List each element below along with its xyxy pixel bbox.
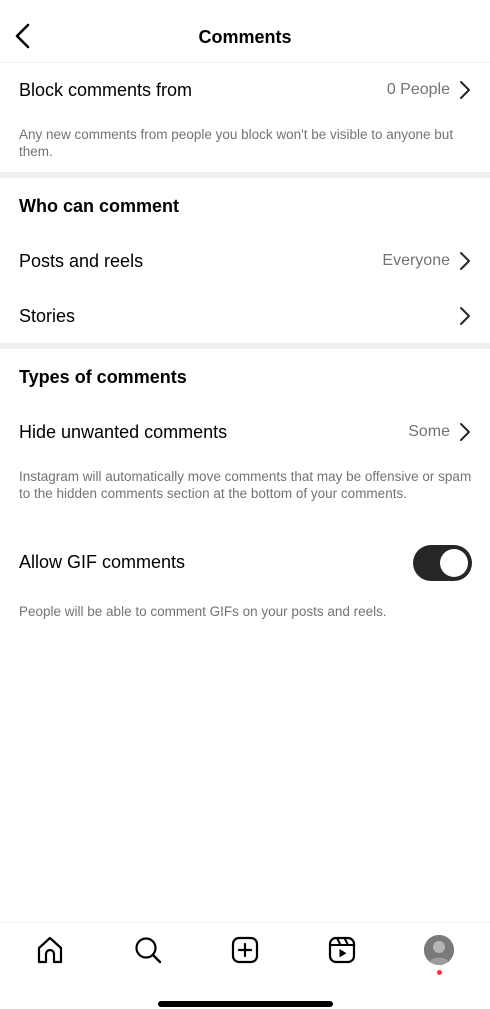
- who-can-comment-heading: Who can comment: [19, 196, 180, 216]
- header-bar: Comments: [0, 0, 490, 63]
- home-indicator: [158, 1001, 333, 1007]
- search-icon[interactable]: [133, 935, 163, 965]
- block-comments-value: 0 People: [386, 81, 450, 98]
- hide-unwanted-comments-value: Some: [408, 423, 450, 440]
- allow-gif-comments-label: Allow GIF comments: [19, 552, 186, 572]
- hide-unwanted-comments-label: Hide unwanted comments: [19, 422, 228, 442]
- chevron-right-icon: [460, 252, 470, 270]
- block-comments-label: Block comments from: [19, 80, 193, 100]
- block-comments-note: Any new comments from people you block w…: [19, 127, 454, 159]
- section-divider: [0, 172, 490, 178]
- chevron-right-icon: [460, 307, 470, 325]
- hide-unwanted-comments-row[interactable]: Hide unwanted comments Some: [0, 411, 490, 455]
- block-comments-row[interactable]: Block comments from 0 People: [0, 69, 490, 113]
- posts-and-reels-value: Everyone: [382, 252, 450, 269]
- chevron-right-icon: [460, 81, 470, 99]
- hide-unwanted-comments-note: Instagram will automatically move commen…: [19, 469, 472, 501]
- chevron-right-icon: [460, 423, 470, 441]
- home-icon[interactable]: [35, 935, 65, 965]
- notification-dot: [437, 970, 442, 975]
- avatar-image: [424, 935, 454, 965]
- allow-gif-comments-note: People will be able to comment GIFs on y…: [19, 604, 387, 619]
- toggle-knob: [440, 549, 468, 577]
- reels-icon[interactable]: [327, 935, 357, 965]
- types-of-comments-heading: Types of comments: [19, 367, 187, 387]
- stories-row[interactable]: Stories: [0, 295, 490, 339]
- profile-avatar[interactable]: [424, 935, 454, 965]
- allow-gif-comments-toggle[interactable]: [413, 545, 472, 581]
- bottom-tab-bar: [0, 922, 490, 1009]
- posts-and-reels-label: Posts and reels: [19, 251, 144, 271]
- page-title: Comments: [198, 27, 292, 47]
- section-divider: [0, 343, 490, 349]
- stories-label: Stories: [19, 306, 76, 326]
- create-icon[interactable]: [230, 935, 260, 965]
- posts-and-reels-row[interactable]: Posts and reels Everyone: [0, 240, 490, 284]
